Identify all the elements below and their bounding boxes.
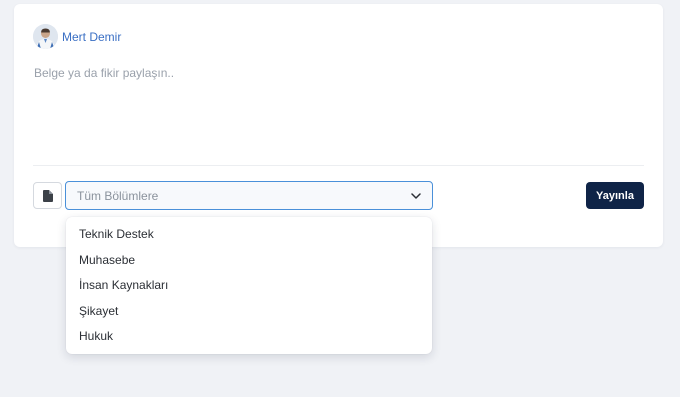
user-avatar[interactable] [33, 24, 58, 49]
dropdown-option-technical-support[interactable]: Teknik Destek [66, 222, 432, 248]
department-dropdown-menu: Teknik Destek Muhasebe İnsan Kaynakları … [66, 217, 432, 354]
document-icon [42, 189, 53, 202]
dropdown-option-legal[interactable]: Hukuk [66, 324, 432, 350]
department-select-value: Tüm Bölümlere [77, 188, 159, 203]
dropdown-option-complaint[interactable]: Şikayet [66, 299, 432, 325]
composer-divider [33, 165, 644, 166]
dropdown-option-human-resources[interactable]: İnsan Kaynakları [66, 273, 432, 299]
avatar-image [33, 24, 58, 49]
author-name-link[interactable]: Mert Demir [62, 30, 121, 44]
attach-document-button[interactable] [33, 182, 62, 209]
publish-button[interactable]: Yayınla [586, 182, 644, 209]
post-composer-card: Mert Demir Tüm Bölümlere Yayınla [14, 4, 663, 247]
department-select[interactable]: Tüm Bölümlere [65, 181, 433, 210]
dropdown-option-accounting[interactable]: Muhasebe [66, 248, 432, 274]
chevron-down-icon [411, 192, 421, 199]
post-content-input[interactable] [34, 66, 644, 156]
post-author: Mert Demir [33, 24, 121, 49]
